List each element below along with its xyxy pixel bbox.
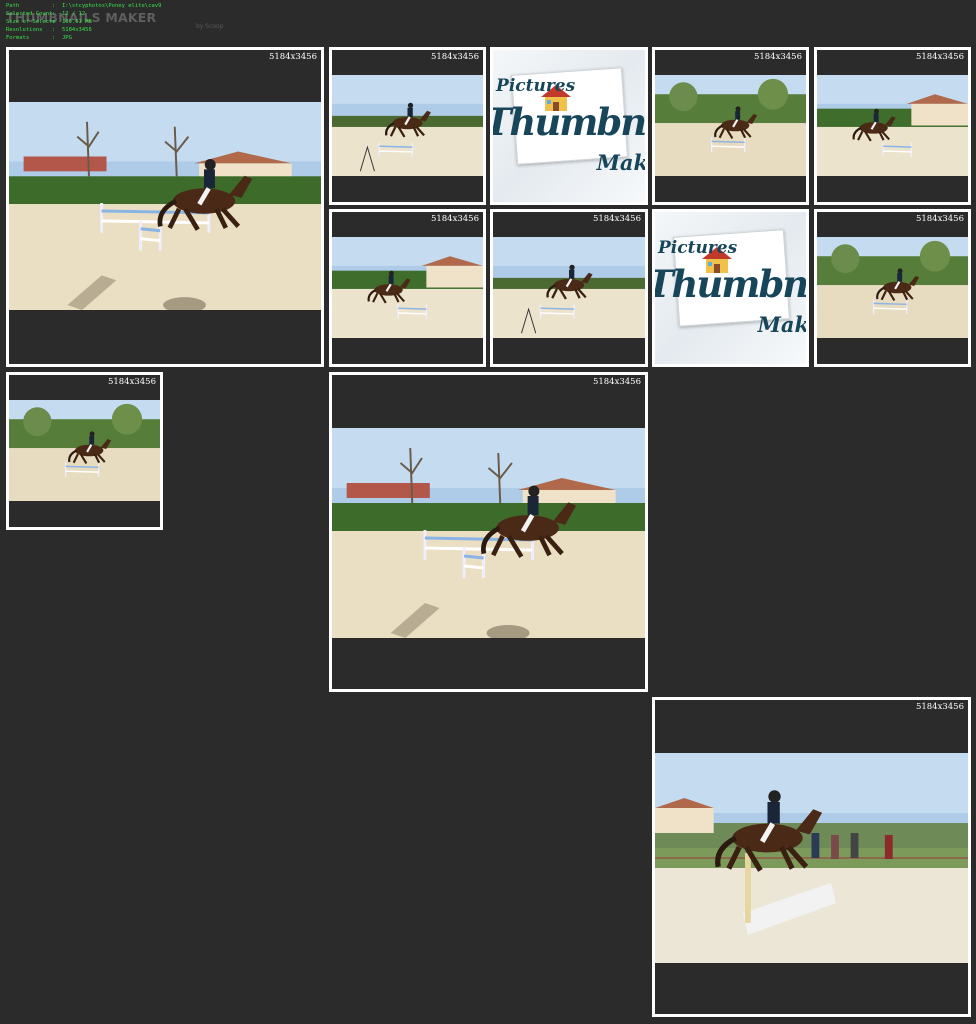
thumbnail-6[interactable]: 5184x3456 — [329, 209, 486, 367]
app-logo-placeholder: Pictures Thumbnails Mak — [493, 50, 645, 202]
thumbnail-7[interactable]: 5184x3456 — [490, 209, 648, 367]
info-formats: Formats: JPG — [6, 35, 72, 41]
thumbnail-8[interactable]: Pictures Thumbnails Mak — [652, 209, 809, 367]
thumbnail-2[interactable]: 5184x3456 — [329, 47, 486, 205]
photo-horse-jump — [332, 237, 483, 338]
photo-horse-jump — [332, 428, 645, 638]
thumbnail-10[interactable]: 5184x3456 — [6, 372, 163, 530]
resolution-label: 5184x3456 — [430, 214, 479, 224]
photo-horse-jump — [817, 237, 968, 338]
resolution-label: 5184x3456 — [915, 214, 964, 224]
resolution-label: 5184x3456 — [753, 52, 802, 62]
photo-horse-jump — [332, 75, 483, 176]
app-logo-placeholder: Pictures Thumbnails Mak — [655, 212, 806, 364]
thumbnail-5[interactable]: 5184x3456 — [814, 47, 971, 205]
photo-horse-jump — [655, 753, 968, 963]
photo-horse-jump — [493, 237, 645, 338]
thumbnail-4[interactable]: 5184x3456 — [652, 47, 809, 205]
photo-horse-jump — [655, 75, 806, 176]
info-path: Path: I:\stcyphotos\Poney elite\cav9 — [6, 3, 162, 9]
resolution-label: 5184x3456 — [915, 52, 964, 62]
brand-subtitle: by Scoop — [196, 23, 224, 30]
photo-horse-jump — [817, 75, 968, 176]
photo-horse-jump — [9, 102, 321, 310]
resolution-label: 5184x3456 — [915, 702, 964, 712]
thumbnail-1[interactable]: 5184x3456 — [6, 47, 324, 367]
info-selected-count: Selected Count: 12 / 12 — [6, 11, 86, 17]
resolution-label: 5184x3456 — [268, 52, 317, 62]
app-header: THUMBNAILS MAKER by Scoop Path: I:\stcyph… — [6, 3, 246, 45]
resolution-label: 5184x3456 — [430, 52, 479, 62]
info-size: Size of Selecte: 105.61 MB — [6, 19, 92, 25]
resolution-label: 5184x3456 — [592, 377, 641, 387]
thumbnail-3[interactable]: Pictures Thumbnails Mak — [490, 47, 648, 205]
resolution-label: 5184x3456 — [592, 214, 641, 224]
thumbnail-9[interactable]: 5184x3456 — [814, 209, 971, 367]
thumbnail-12[interactable]: 5184x3456 — [652, 697, 971, 1017]
thumbnail-11[interactable]: 5184x3456 — [329, 372, 648, 692]
photo-horse-jump — [9, 400, 160, 501]
resolution-label: 5184x3456 — [107, 377, 156, 387]
info-resolutions: Resolutions:5184x3456 — [6, 27, 92, 33]
